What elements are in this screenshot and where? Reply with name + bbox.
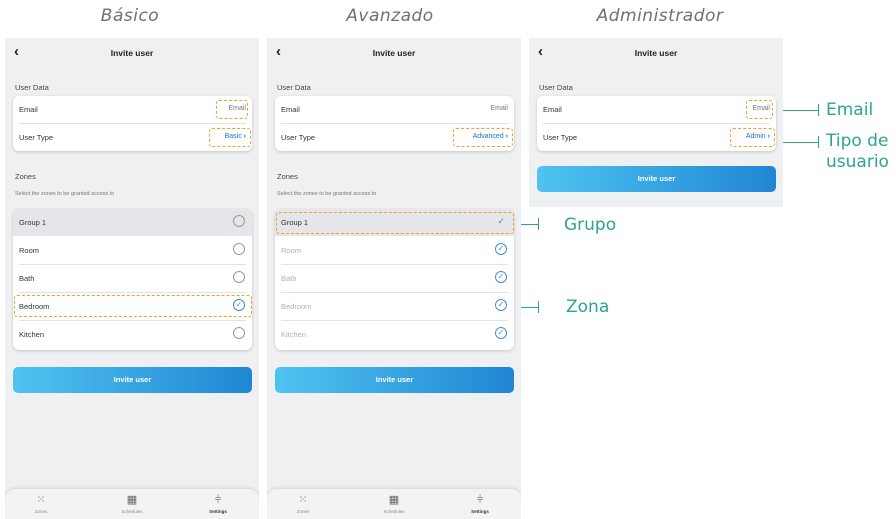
tab-label: Schedules — [121, 509, 143, 514]
tab-bar: ⁙ Zones ▦ Schedules ⫩ Settings — [267, 489, 521, 519]
check-circle-icon: ✓ — [495, 271, 507, 283]
tab-bar: ⁙ Zones ▦ Schedules ⫩ Settings — [5, 489, 259, 519]
page-title: Invite user — [634, 48, 678, 58]
tab-schedules[interactable]: ▦ Schedules — [369, 493, 419, 514]
radio-circle-icon[interactable] — [233, 271, 245, 283]
zones-hint: Select the zones to be granted access to — [15, 191, 115, 197]
leader-cap — [538, 301, 539, 313]
tab-label: Settings — [471, 509, 489, 514]
title-advanced: Avanzado — [346, 6, 434, 26]
invite-user-button[interactable]: Invite user — [537, 166, 776, 192]
invite-user-button[interactable]: Invite user — [13, 367, 252, 393]
annotation-group: Grupo — [564, 215, 617, 235]
highlight-user-type — [209, 128, 251, 147]
tab-label: Zones — [34, 509, 48, 514]
invite-user-button[interactable]: Invite user — [275, 367, 514, 393]
group-label: Group 1 — [19, 218, 47, 227]
zone-label: Kitchen — [19, 330, 45, 339]
header: ‹ Invite user — [5, 43, 259, 64]
zone-label: Room — [281, 246, 302, 255]
annotation-zone: Zona — [566, 297, 610, 317]
sliders-icon: ⫩ — [476, 494, 484, 506]
leader-zone — [521, 307, 538, 308]
email-value[interactable]: Email — [490, 105, 508, 112]
user-data-label: User Data — [15, 83, 49, 92]
highlight-zone — [14, 295, 252, 317]
leader-cap — [538, 218, 539, 230]
zones-grid-icon: ⁙ — [298, 494, 308, 506]
zones-grid-icon: ⁙ — [36, 494, 46, 506]
email-label: Email — [19, 105, 38, 114]
phone-advanced: ‹ Invite user User Data Email Email User… — [267, 38, 521, 519]
calendar-icon: ▦ — [388, 494, 400, 506]
check-circle-icon: ✓ — [495, 299, 507, 311]
title-basic: Básico — [100, 6, 160, 26]
tab-settings[interactable]: ⫩ Settings — [193, 493, 243, 514]
tab-zones[interactable]: ⁙ Zones — [16, 493, 66, 514]
page-title: Invite user — [110, 48, 154, 58]
tab-label: Zones — [296, 509, 310, 514]
sliders-icon: ⫩ — [214, 494, 222, 506]
leader-cap — [818, 104, 819, 116]
highlight-user-type — [453, 128, 513, 147]
zones-label: Zones — [15, 172, 36, 181]
zone-row[interactable]: Kitchen — [13, 321, 252, 348]
header: ‹ Invite user — [267, 43, 521, 64]
tab-schedules[interactable]: ▦ Schedules — [107, 493, 157, 514]
email-row[interactable]: Email Email — [537, 96, 776, 123]
user-type-label: User Type — [19, 133, 54, 142]
tab-zones[interactable]: ⁙ Zones — [278, 493, 328, 514]
zones-label: Zones — [277, 172, 298, 181]
zone-label: Bath — [281, 274, 297, 283]
zone-row: Bedroom ✓ — [275, 293, 514, 320]
highlight-group — [276, 212, 514, 234]
zone-row[interactable]: Room — [13, 237, 252, 264]
phone-basic: ‹ Invite user User Data Email Email User… — [5, 38, 259, 519]
header: ‹ Invite user — [529, 43, 783, 64]
zones-hint: Select the zones to be granted access to — [277, 191, 377, 197]
check-circle-icon: ✓ — [495, 243, 507, 255]
leader-group — [521, 224, 538, 225]
user-type-label: User Type — [543, 133, 578, 142]
annotation-user-type-line1: Tipo de — [826, 131, 889, 151]
zone-row: Kitchen ✓ — [275, 321, 514, 348]
user-data-label: User Data — [539, 83, 573, 92]
radio-circle-icon[interactable] — [233, 215, 245, 227]
leader-user-type — [783, 142, 818, 143]
highlight-email — [216, 100, 248, 119]
tab-settings[interactable]: ⫩ Settings — [455, 493, 505, 514]
zone-label: Bath — [19, 274, 35, 283]
zones-card: Group 1 Room Bath Bedroom ✓ Kitchen — [13, 209, 252, 350]
highlight-user-type — [730, 128, 775, 147]
calendar-icon: ▦ — [126, 494, 138, 506]
leader-cap — [818, 136, 819, 148]
user-data-label: User Data — [277, 83, 311, 92]
radio-circle-icon[interactable] — [233, 327, 245, 339]
zone-row: Bath ✓ — [275, 265, 514, 292]
user-type-label: User Type — [281, 133, 316, 142]
zone-label: Room — [19, 246, 40, 255]
tab-label: Settings — [209, 509, 227, 514]
radio-circle-icon[interactable] — [233, 243, 245, 255]
email-label: Email — [281, 105, 300, 114]
phone-admin: ‹ Invite user User Data Email Email User… — [529, 38, 783, 207]
email-label: Email — [543, 105, 562, 114]
annotation-email: Email — [826, 100, 874, 120]
email-row[interactable]: Email Email — [275, 96, 514, 123]
zone-row: Room ✓ — [275, 237, 514, 264]
zone-label: Bedroom — [281, 302, 312, 311]
tab-label: Schedules — [383, 509, 405, 514]
title-admin: Administrador — [596, 6, 724, 26]
highlight-email — [746, 100, 773, 119]
page-title: Invite user — [372, 48, 416, 58]
zone-row[interactable]: Bath — [13, 265, 252, 292]
annotation-user-type-line2: usuario — [826, 152, 889, 172]
check-circle-icon: ✓ — [495, 327, 507, 339]
group-row[interactable]: Group 1 — [13, 209, 252, 236]
zone-label: Kitchen — [281, 330, 307, 339]
leader-email — [783, 110, 818, 111]
